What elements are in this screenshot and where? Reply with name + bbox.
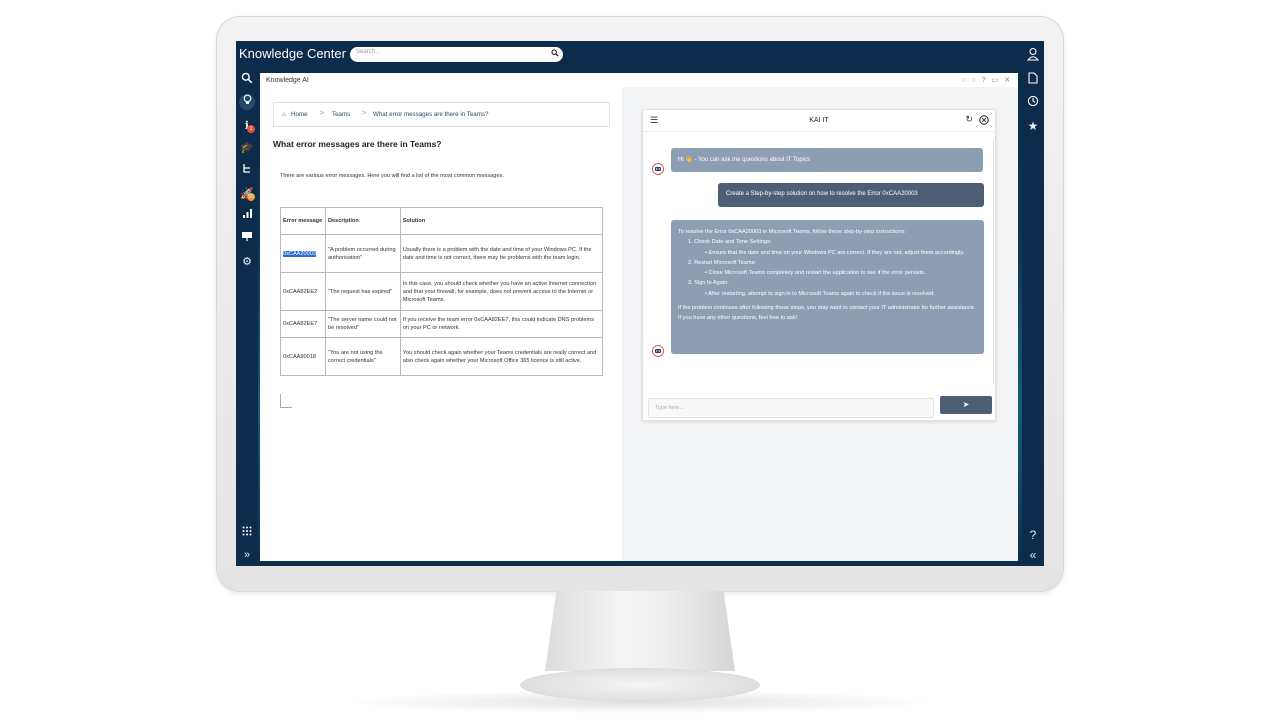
rocket-badge: 50 [247,193,255,201]
table-row: 0xCAA82EE2 "The request has expired" In … [280,272,604,311]
chat-pane: ☰ KAI IT ↻ Hi 👋 - You can ask me questio… [622,87,1018,561]
help-icon[interactable]: ? [1025,527,1041,543]
refresh-icon[interactable]: ↻ [965,114,973,125]
breadcrumb-home[interactable]: Home [291,111,308,118]
graduation-cap-icon[interactable]: 🎓 [239,140,255,156]
chat-input-placeholder: Type here... [655,405,685,411]
right-sidebar: ★ ? « [1022,70,1044,566]
error-code-cell: 0xCAA82EE2 [280,272,326,311]
chat-header: ☰ KAI IT ↻ [643,110,995,132]
breadcrumb-teams[interactable]: Teams [332,111,350,118]
column-header: Error message [280,207,326,235]
rocket-icon[interactable]: 🚀 50 [239,186,255,202]
table-row: 0xCAA90018 "You are not using the correc… [280,337,604,376]
article-pane: ⌂ Home > Teams > What error messages are… [260,87,622,561]
screen: Knowledge Center Search... ℹ 1 🎓 🚀 50 [236,41,1044,566]
user-message: Create a Step-by-step solution on how to… [718,183,984,207]
favorites-star-icon[interactable]: ★ [1025,118,1041,134]
error-code-cell[interactable]: 0xCAA20003 [280,234,326,273]
chat-scrollbar[interactable] [993,140,994,384]
search-icon[interactable] [239,72,255,88]
collapse-sidebar-icon[interactable]: « [1025,547,1041,563]
hierarchy-icon[interactable] [239,163,255,179]
chat-title: KAI IT [809,117,829,124]
close-icon[interactable] [979,115,989,125]
chat-input[interactable]: Type here... [648,398,934,418]
notification-badge: 1 [247,125,255,133]
notifications-icon[interactable]: ℹ 1 [239,118,255,134]
answer-step-title: 2. Restart Microsoft Teams: [688,259,756,266]
breadcrumb: ⌂ Home > Teams > What error messages are… [273,102,610,127]
send-button[interactable]: ➤ [940,396,992,414]
expand-sidebar-icon[interactable]: » [239,547,255,563]
search-placeholder: Search... [356,49,381,55]
breadcrumb-separator: > [320,110,325,117]
bot-answer: To resolve the Error 0xCAA20003 in Micro… [671,220,984,354]
description-cell: "The server name could not be resolved" [324,310,401,338]
table-row: 0xCAA20003 "A problem occurred during au… [280,234,604,273]
description-cell: "The request has expired" [324,272,401,311]
solution-cell: Usually there is a problem with the date… [399,234,604,273]
knowledge-ai-window: Knowledge AI ○ ○ ? ▭ ✕ ⌂ Home > Teams > … [260,73,1018,561]
history-clock-icon[interactable] [1025,95,1041,111]
error-table: Error message Description Solution 0xCAA… [280,207,604,376]
column-header: Description [324,207,401,235]
left-sidebar: ℹ 1 🎓 🚀 50 ⚙ » [236,70,258,566]
chat-widget: ☰ KAI IT ↻ Hi 👋 - You can ask me questio… [642,109,996,421]
presentation-icon[interactable] [239,231,255,247]
selected-error-code[interactable]: 0xCAA20003 [283,250,316,257]
top-bar: Knowledge Center Search... [236,41,1044,70]
answer-outro: If the problem continues after following… [678,305,976,322]
settings-gear-icon[interactable]: ⚙ [239,254,255,270]
column-header: Solution [399,207,604,235]
answer-intro: To resolve the Error 0xCAA20003 in Micro… [678,229,906,235]
breadcrumb-current: What error messages are there in Teams? [373,111,489,118]
bot-avatar-icon [652,345,664,357]
search-icon[interactable] [551,49,559,57]
answer-step-detail: ▪ Ensure that the date and time on your … [705,249,965,256]
article-title: What error messages are there in Teams? [273,139,442,149]
user-icon[interactable] [1026,47,1040,61]
search-input[interactable]: Search... [350,47,563,62]
window-controls[interactable]: ○ ○ ? ▭ ✕ [961,76,1012,84]
breadcrumb-separator: > [362,110,367,117]
table-header-row: Error message Description Solution [280,207,604,235]
ai-bulb-icon[interactable] [239,94,255,110]
table-row: 0xCAA82EE7 "The server name could not be… [280,310,604,338]
app-title: Knowledge Center [239,46,346,61]
description-cell: "You are not using the correct credentia… [324,337,401,376]
breadcrumb-home-icon[interactable]: ⌂ [282,111,286,118]
answer-step-title: 1. Check Date and Time Settings: [688,239,772,246]
chart-icon[interactable] [239,208,255,224]
resize-corner [280,394,292,408]
article-intro: There are various error messages. Here y… [280,173,504,179]
window-title: Knowledge AI [266,77,309,84]
solution-cell: You should check again whether your Team… [399,337,604,376]
answer-step-detail: ▪ After restarting, attempt to sign in t… [705,290,935,297]
solution-cell: If you receive the team error 0xCAA82EE7… [399,310,604,338]
document-icon[interactable] [1025,72,1041,88]
solution-cell: In this case, you should check whether y… [399,272,604,311]
description-cell: "A problem occurred during authorisation… [324,234,401,273]
answer-step-detail: ▪ Close Microsoft Teams completely and r… [705,270,926,277]
apps-grid-icon[interactable] [239,525,255,541]
bot-avatar-icon [652,163,664,175]
error-code-cell: 0xCAA90018 [280,337,326,376]
monitor-stand-base [520,668,760,702]
bot-message: Hi 👋 - You can ask me questions about IT… [671,148,983,172]
error-code-cell: 0xCAA82EE7 [280,310,326,338]
monitor-stand-neck [545,591,735,671]
answer-step-title: 3. Sign In Again: [688,280,729,287]
